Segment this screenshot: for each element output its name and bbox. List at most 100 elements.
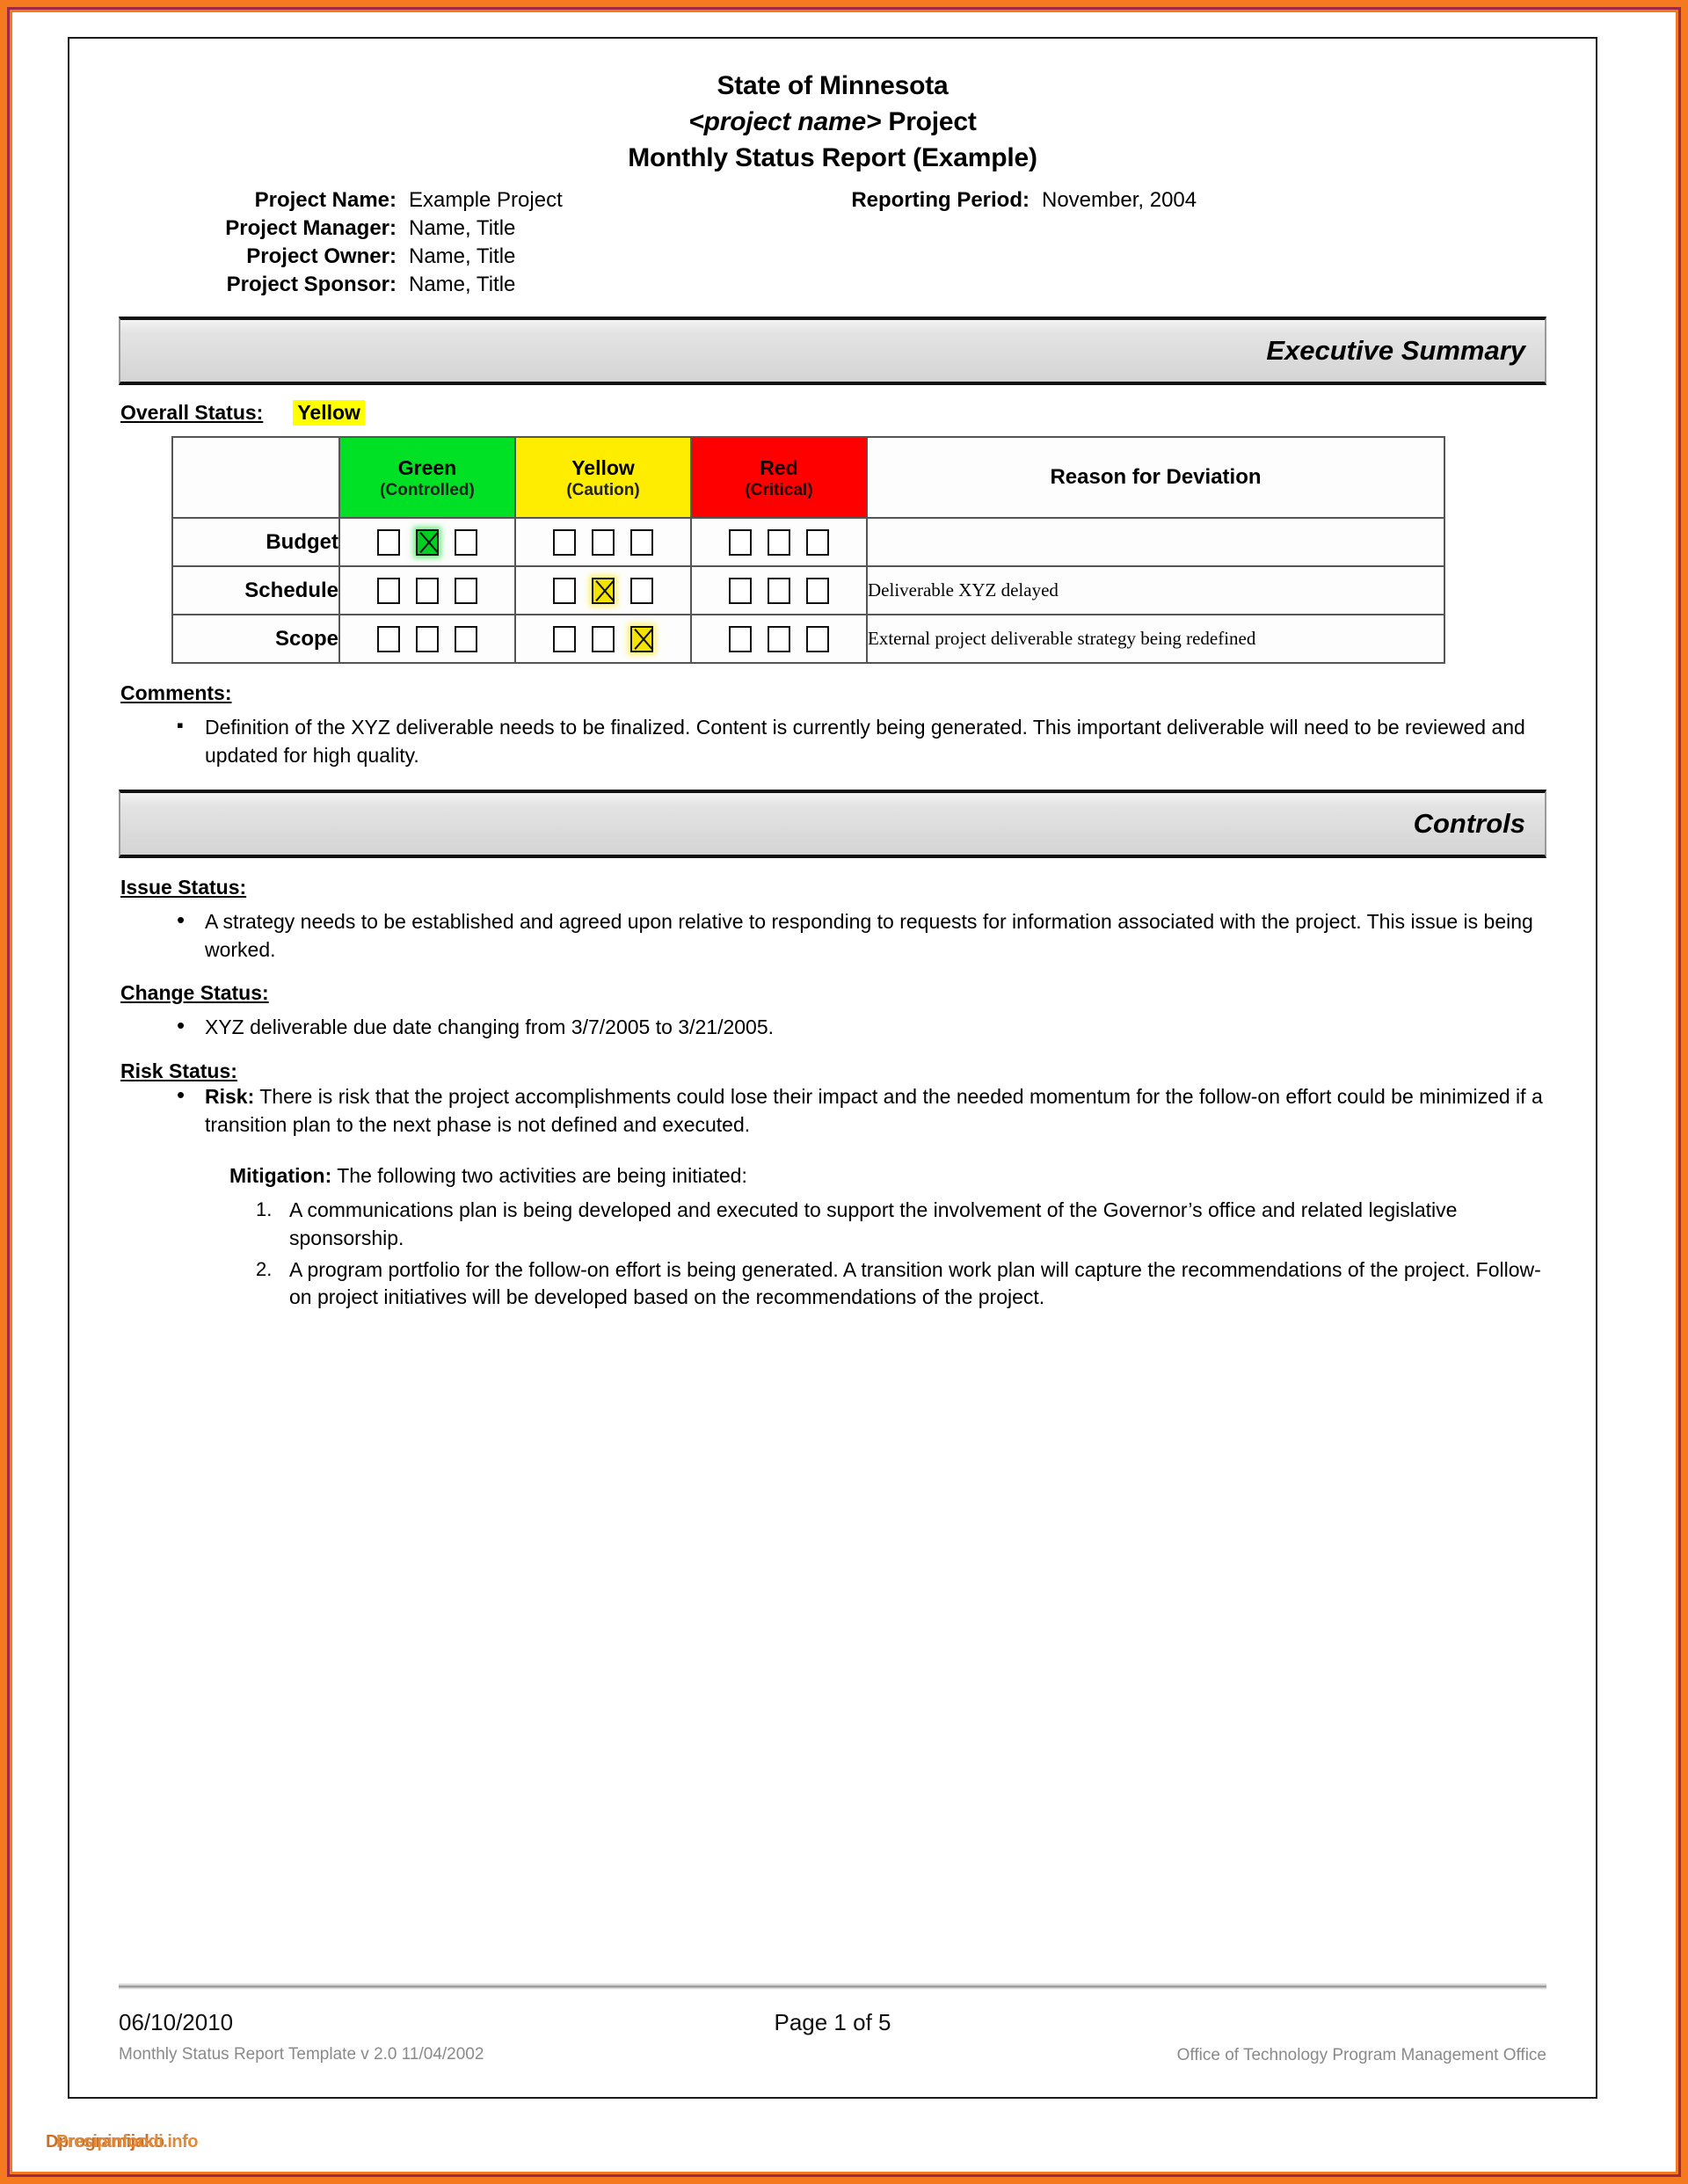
checkbox-budget-red-2[interactable] [768,528,790,556]
list-item: Definition of the XYZ deliverable needs … [177,712,1546,769]
checkbox-budget-yellow-2[interactable] [592,528,615,556]
checkbox-budget-green-2[interactable] [416,528,439,556]
list-item: A strategy needs to be established and a… [177,905,1546,964]
checkbox-group [516,577,690,604]
checkbox-budget-yellow-1[interactable] [553,528,576,556]
checkbox-schedule-red-3[interactable] [806,577,829,604]
checkbox-group [340,625,514,652]
checkbox-scope-green-2[interactable] [416,625,439,652]
document-title-block: State of Minnesota <project name> Projec… [119,69,1546,176]
value-reporting-period: November, 2004 [1042,188,1197,213]
matrix-cell-schedule-yellow [514,565,692,616]
change-status-list: XYZ deliverable due date changing from 3… [119,1010,1546,1042]
matrix-row-label-schedule: Schedule [171,565,340,616]
checkbox-scope-yellow-2[interactable] [592,625,615,652]
list-item: A program portfolio for the follow-on ef… [256,1256,1541,1309]
checkbox-budget-yellow-3[interactable] [630,528,653,556]
controls-banner: Controls [119,789,1546,858]
checkbox-budget-red-3[interactable] [806,528,829,556]
meta-spacer-4 [1042,244,1546,269]
matrix-row-label-budget: Budget [171,517,340,568]
change-status-heading: Change Status: [120,981,269,1005]
mitigation-label: Mitigation: [229,1163,332,1187]
matrix-reason-budget [866,517,1445,568]
decorative-outer-frame: State of Minnesota <project name> Projec… [0,0,1688,2184]
list-item: XYZ deliverable due date changing from 3… [177,1010,1546,1042]
risk-status-block: Risk: There is risk that the project acc… [119,1080,1546,1312]
checkbox-group [692,625,866,652]
matrix-header-red-title: Red [760,455,798,479]
checkbox-schedule-red-2[interactable] [768,577,790,604]
matrix-cell-scope-red [690,614,868,665]
checkbox-scope-red-2[interactable] [768,625,790,652]
footer-page-number: Page 1 of 5 [774,2009,891,2035]
checkbox-scope-yellow-3[interactable] [630,625,653,652]
label-reporting-period: Reporting Period: [851,188,1030,213]
matrix-reason-schedule: Deliverable XYZ delayed [866,565,1445,616]
issue-status-heading: Issue Status: [120,875,247,899]
controls-banner-label: Controls [1413,807,1525,839]
checkbox-budget-red-1[interactable] [729,528,752,556]
footer-divider [119,1984,1546,1990]
matrix-header-reason: Reason for Deviation [866,436,1445,520]
risk-text: There is risk that the project accomplis… [205,1085,1543,1136]
meta-spacer-3 [778,244,1042,269]
footer-office: Office of Technology Program Management … [1176,2046,1546,2064]
checkbox-scope-red-1[interactable] [729,625,752,652]
matrix-header-yellow-title: Yellow [571,455,635,479]
matrix-cell-budget-green [338,517,516,568]
matrix-header-row: Green (Controlled) Yellow (Caution) Red … [171,436,1445,520]
checkbox-schedule-green-2[interactable] [416,577,439,604]
executive-summary-banner-label: Executive Summary [1266,335,1525,367]
mitigation-text: The following two activities are being i… [331,1163,747,1187]
meta-spacer-1 [778,216,1042,241]
table-row: Schedule Deliverable XYZ delayed [171,565,1445,616]
risk-statement: Risk: There is risk that the project acc… [177,1080,1546,1139]
checkbox-scope-yellow-1[interactable] [553,625,576,652]
watermark: Dprogramijako Presipinfoodi.info [46,2132,199,2152]
checkbox-budget-green-1[interactable] [377,528,400,556]
matrix-header-red: Red (Critical) [690,436,868,520]
table-row: Budget [171,517,1445,568]
mitigation-statement: Mitigation: The following two activities… [205,1162,1546,1190]
matrix-reason-scope: External project deliverable strategy be… [866,614,1445,665]
matrix-header-yellow: Yellow (Caution) [514,436,692,520]
matrix-row-label-scope: Scope [171,614,340,665]
title-project-suffix: Project [881,106,977,136]
matrix-header-yellow-sub: (Caution) [566,480,640,499]
mitigation-list: A communications plan is being developed… [205,1197,1546,1312]
checkbox-schedule-yellow-2[interactable] [592,577,615,604]
watermark-text-b: Presipinfoodi.info [56,2132,199,2151]
checkbox-schedule-green-1[interactable] [377,577,400,604]
checkbox-group [692,528,866,556]
checkbox-group [340,577,514,604]
comments-list: Definition of the XYZ deliverable needs … [119,712,1546,769]
checkbox-schedule-green-3[interactable] [455,577,477,604]
checkbox-scope-red-3[interactable] [806,625,829,652]
checkbox-group [516,625,690,652]
overall-status-label: Overall Status: [120,401,264,425]
matrix-header-red-sub: (Critical) [745,480,813,499]
meta-spacer-2 [1042,216,1546,241]
list-item: A communications plan is being developed… [256,1197,1458,1249]
matrix-cell-scope-green [338,614,516,665]
matrix-cell-schedule-green [338,565,516,616]
checkbox-schedule-yellow-3[interactable] [630,577,653,604]
checkbox-schedule-red-1[interactable] [729,577,752,604]
checkbox-budget-green-3[interactable] [455,528,477,556]
matrix-header-green-sub: (Controlled) [380,480,475,499]
matrix-header-green: Green (Controlled) [338,436,516,520]
value-project-manager: Name, Title [409,216,516,241]
issue-status-list: A strategy needs to be established and a… [119,905,1546,964]
checkbox-scope-green-3[interactable] [455,625,477,652]
checkbox-schedule-yellow-1[interactable] [553,577,576,604]
meta-spacer-5 [778,273,1042,297]
checkbox-scope-green-1[interactable] [377,625,400,652]
matrix-header-green-title: Green [397,455,457,479]
risk-label: Risk: [205,1085,255,1109]
footer-date: 06/10/2010 [119,2009,234,2035]
title-project-placeholder: <project name> [688,106,882,136]
title-line-report: Monthly Status Report (Example) [628,142,1037,172]
project-meta-grid: Project Name: Example Project Reporting … [119,188,1546,297]
executive-summary-banner: Executive Summary [119,317,1546,386]
